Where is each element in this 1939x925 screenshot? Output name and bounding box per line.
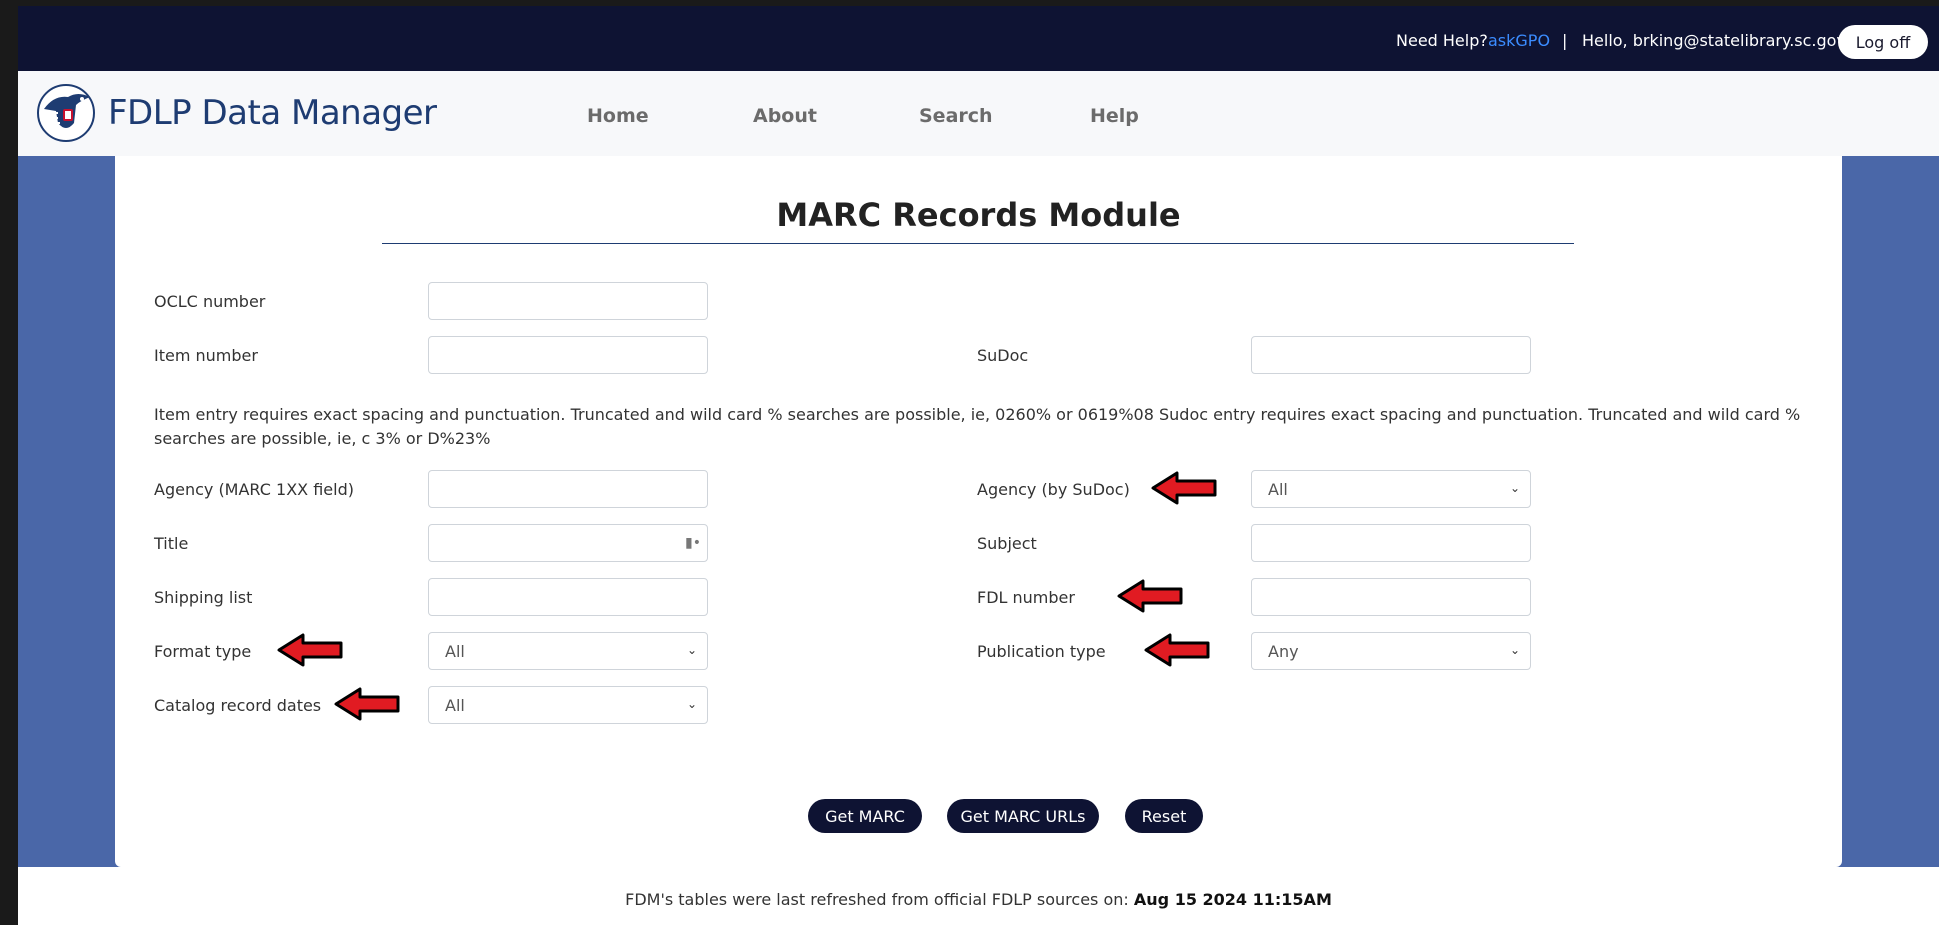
footer-refresh-date: Aug 15 2024 11:15AM	[1133, 890, 1332, 909]
catalog-record-dates-selected: All	[445, 695, 465, 715]
annotation-arrow-icon	[1144, 633, 1210, 667]
agency-marc-input[interactable]	[428, 470, 708, 508]
brand-name[interactable]: FDLP Data Manager	[108, 93, 437, 133]
askgpo-link[interactable]: askGPO	[1488, 31, 1550, 50]
catalog-record-dates-label: Catalog record dates	[154, 696, 322, 715]
chevron-down-icon: ⌄	[1509, 643, 1520, 657]
format-type-label: Format type	[154, 642, 252, 661]
marc-records-form-card: MARC Records Module OCLC number Item num…	[115, 156, 1842, 867]
annotation-arrow-icon	[1117, 579, 1183, 613]
nav-about[interactable]: About	[753, 105, 817, 127]
get-marc-button[interactable]: Get MARC	[808, 799, 922, 833]
title-divider	[382, 243, 1574, 244]
get-marc-urls-button[interactable]: Get MARC URLs	[947, 799, 1099, 833]
nav-help[interactable]: Help	[1090, 105, 1139, 127]
shipping-list-input[interactable]	[428, 578, 708, 616]
format-type-select[interactable]: All ⌄	[428, 632, 708, 670]
agency-sudoc-selected: All	[1268, 479, 1288, 499]
annotation-arrow-icon	[277, 633, 343, 667]
annotation-arrow-icon	[334, 687, 400, 721]
nav-home[interactable]: Home	[587, 105, 649, 127]
subject-label: Subject	[977, 534, 1037, 553]
oclc-input[interactable]	[428, 282, 708, 320]
item-number-label: Item number	[154, 346, 258, 365]
search-help-note: Item entry requires exact spacing and pu…	[154, 405, 1801, 448]
reset-button[interactable]: Reset	[1125, 799, 1203, 833]
catalog-record-dates-select[interactable]: All ⌄	[428, 686, 708, 724]
item-number-input[interactable]	[428, 336, 708, 374]
title-label: Title	[154, 534, 189, 553]
shipping-list-label: Shipping list	[154, 588, 253, 607]
footer: FDM's tables were last refreshed from of…	[18, 867, 1939, 925]
footer-text: FDM's tables were last refreshed from of…	[625, 890, 1129, 909]
agency-sudoc-label: Agency (by SuDoc)	[977, 480, 1130, 499]
need-help-text: Need Help?	[1396, 31, 1488, 50]
format-type-selected: All	[445, 641, 465, 661]
sudoc-label: SuDoc	[977, 346, 1029, 365]
annotation-arrow-icon	[1151, 471, 1217, 505]
page-title: MARC Records Module	[776, 196, 1181, 234]
top-utility-bar: Need Help? askGPO | Hello, brking@statel…	[18, 6, 1939, 71]
nav-search[interactable]: Search	[919, 105, 993, 127]
publication-type-selected: Any	[1268, 641, 1299, 661]
sudoc-input[interactable]	[1251, 336, 1531, 374]
fdlp-eagle-logo-icon[interactable]	[34, 83, 98, 143]
publication-type-select[interactable]: Any ⌄	[1251, 632, 1531, 670]
agency-marc-label: Agency (MARC 1XX field)	[154, 480, 354, 499]
oclc-label: OCLC number	[154, 292, 266, 311]
user-greeting: Hello, brking@statelibrary.sc.gov !	[1582, 31, 1858, 50]
subject-input[interactable]	[1251, 524, 1531, 562]
chevron-down-icon: ⌄	[1509, 481, 1520, 495]
separator: |	[1562, 31, 1568, 50]
browser-viewport: Need Help? askGPO | Hello, brking@statel…	[18, 6, 1939, 925]
title-input[interactable]: ▮•	[428, 524, 708, 562]
publication-type-label: Publication type	[977, 642, 1106, 661]
fdl-number-input[interactable]	[1251, 578, 1531, 616]
fdl-number-label: FDL number	[977, 588, 1075, 607]
main-navbar: FDLP Data Manager Home About Search Help	[18, 71, 1939, 156]
logoff-button[interactable]: Log off	[1838, 25, 1928, 59]
autofill-icon[interactable]: ▮•	[685, 535, 701, 551]
chevron-down-icon: ⌄	[686, 643, 697, 657]
chevron-down-icon: ⌄	[686, 697, 697, 711]
agency-sudoc-select[interactable]: All ⌄	[1251, 470, 1531, 508]
